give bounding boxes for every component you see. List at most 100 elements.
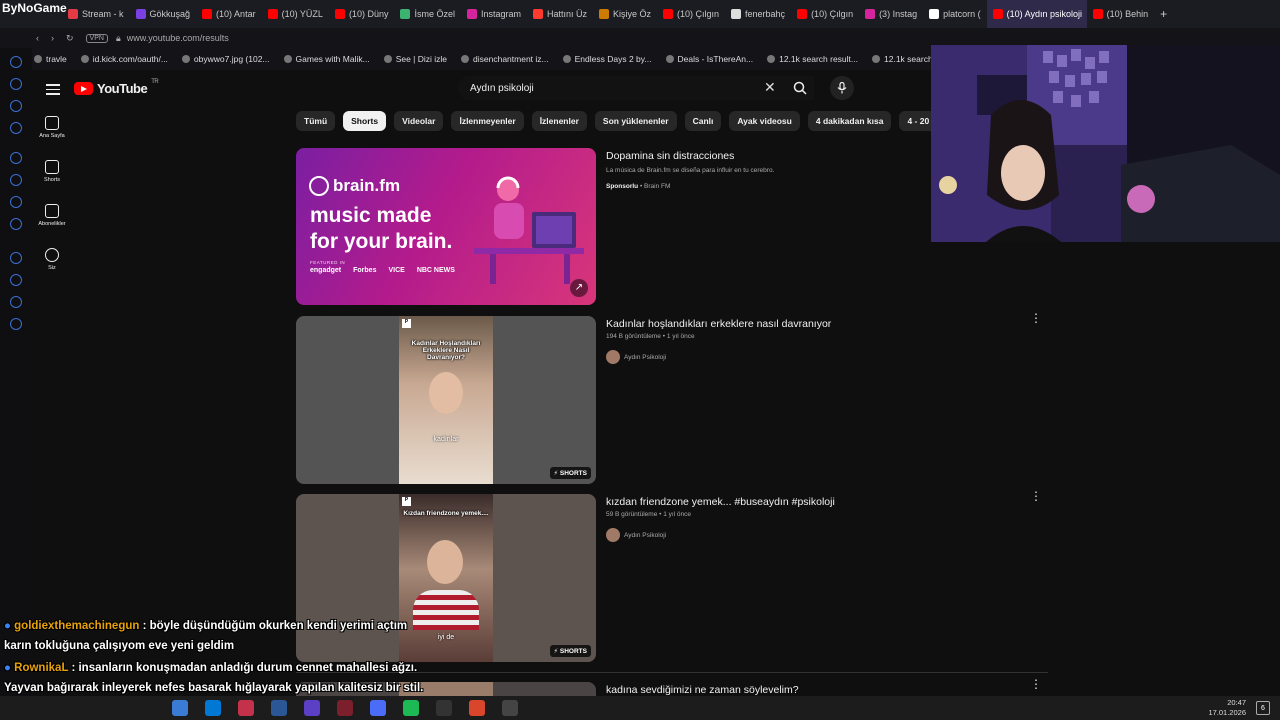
search-button[interactable]: [784, 76, 816, 100]
filter-chip[interactable]: Videolar: [394, 111, 444, 131]
clear-search-icon[interactable]: ✕: [764, 79, 776, 96]
browser-tab[interactable]: Gökkuşağ: [130, 0, 197, 28]
bookmark-item[interactable]: Deals - IsThereAn...: [665, 54, 753, 64]
taskbar-app-icon[interactable]: [502, 700, 518, 716]
result-channel[interactable]: Aydın Psikoloji: [606, 350, 666, 364]
taskbar-app-icon[interactable]: [238, 700, 254, 716]
bookmark-item[interactable]: id.kick.com/oauth/...: [80, 54, 168, 64]
sidebar-app-icon[interactable]: [10, 152, 22, 164]
rail-item-home[interactable]: Ana Sayfa: [32, 116, 72, 139]
filter-chip[interactable]: 4 dakikadan kısa: [807, 111, 892, 131]
result-title[interactable]: Kadınlar hoşlandıkları erkeklere nasıl d…: [606, 318, 831, 330]
sidebar-app-icon[interactable]: [10, 196, 22, 208]
bookmark-item[interactable]: obywwo7.jpg (102...: [181, 54, 270, 64]
sidebar-app-icon[interactable]: [10, 252, 22, 264]
taskbar-app-icon[interactable]: [205, 700, 221, 716]
bookmark-item[interactable]: See | Dizi izle: [383, 54, 447, 64]
sidebar-app-icon[interactable]: [10, 218, 22, 230]
bookmark-item[interactable]: 12.1k search result...: [767, 54, 858, 64]
shorts-badge-icon: ⚡︎: [553, 648, 559, 655]
notification-badge[interactable]: 6: [1256, 701, 1270, 715]
bookmark-label: Endless Days 2 by...: [574, 54, 652, 64]
rail-item-you[interactable]: Siz: [32, 248, 72, 271]
ad-thumbnail[interactable]: brain.fm music made for your brain. FEAT…: [296, 148, 596, 305]
filter-chip[interactable]: Ayak videosu: [729, 111, 800, 131]
bookmark-item[interactable]: Games with Malik...: [283, 54, 370, 64]
browser-tab[interactable]: Hattını Üz: [527, 0, 593, 28]
result-channel[interactable]: Aydın Psikoloji: [606, 528, 666, 542]
taskbar-app-icon[interactable]: [337, 700, 353, 716]
bookmark-item[interactable]: disenchantment iz...: [461, 54, 549, 64]
result-title[interactable]: kızdan friendzone yemek... #buseaydın #p…: [606, 496, 835, 508]
sidebar-app-icon[interactable]: [10, 174, 22, 186]
filter-chip[interactable]: Tümü: [296, 111, 336, 131]
vpn-badge[interactable]: VPN: [85, 33, 108, 43]
browser-tab[interactable]: (10) Behin: [1087, 0, 1155, 28]
filter-chip[interactable]: İzlenmeyenler: [451, 111, 524, 131]
taskbar-app-icon[interactable]: [304, 700, 320, 716]
filter-chip[interactable]: Shorts: [343, 111, 387, 131]
external-link-icon[interactable]: ↗: [570, 279, 588, 297]
bookmark-label: Games with Malik...: [295, 54, 370, 64]
browser-tab[interactable]: (10) Aydın psikoloji: [986, 0, 1087, 28]
sidebar-app-icon[interactable]: [10, 318, 22, 330]
bookmark-favicon-icon: [665, 55, 674, 63]
rail-item-shorts[interactable]: Shorts: [32, 160, 72, 183]
forward-icon[interactable]: ›: [51, 33, 54, 43]
reload-icon[interactable]: ↻: [66, 33, 74, 44]
browser-tab[interactable]: Stream - k: [62, 0, 130, 28]
browser-tab[interactable]: (10) Antar: [196, 0, 262, 28]
more-options-icon[interactable]: ⋮: [1030, 312, 1042, 324]
region-code: TR: [151, 79, 159, 85]
filter-chip[interactable]: Son yüklenenler: [594, 111, 677, 131]
browser-tab[interactable]: fenerbahç: [725, 0, 791, 28]
menu-icon[interactable]: [46, 84, 60, 95]
taskbar-app-icon[interactable]: [403, 700, 419, 716]
sidebar-app-icon[interactable]: [10, 56, 22, 68]
bookmark-favicon-icon: [181, 55, 190, 63]
browser-tab[interactable]: Instagram: [461, 0, 527, 28]
ad-title[interactable]: Dopamina sin distracciones: [606, 150, 734, 162]
search-input[interactable]: Aydın psikoloji: [458, 76, 814, 100]
browser-tab[interactable]: (10) YÜZL: [262, 0, 329, 28]
result-title[interactable]: kadına sevdiğimizi ne zaman söylevelim?: [606, 684, 799, 696]
short-thumbnail[interactable]: P Kadınlar Hoşlandıkları Erkeklere Nasıl…: [296, 316, 596, 484]
taskbar-app-icon[interactable]: [172, 700, 188, 716]
sidebar-app-icon[interactable]: [10, 274, 22, 286]
channel-name: Aydın Psikoloji: [624, 353, 667, 361]
browser-tab[interactable]: (10) Çılgın: [791, 0, 859, 28]
sidebar-app-icon[interactable]: [10, 122, 22, 134]
taskbar-app-icon[interactable]: [271, 700, 287, 716]
bookmark-item[interactable]: 12.1k search: [872, 54, 933, 64]
browser-tab[interactable]: (10) Çılgın: [657, 0, 725, 28]
bookmark-item[interactable]: travle: [34, 54, 67, 64]
browser-tab[interactable]: Kişiye Öz: [593, 0, 657, 28]
advertiser-name[interactable]: Brain FM: [644, 183, 670, 190]
taskbar-app-icon[interactable]: [370, 700, 386, 716]
tab-favicon-icon: [797, 9, 808, 19]
more-options-icon[interactable]: ⋮: [1030, 678, 1042, 690]
browser-tab[interactable]: İsme Özel: [394, 0, 461, 28]
youtube-logo[interactable]: YouTube TR: [74, 79, 159, 96]
bookmark-item[interactable]: Endless Days 2 by...: [562, 54, 652, 64]
browser-tab[interactable]: (3) Instag: [859, 0, 923, 28]
more-options-icon[interactable]: ⋮: [1030, 490, 1042, 502]
sidebar-app-icon[interactable]: [10, 296, 22, 308]
voice-search-button[interactable]: [830, 76, 854, 100]
taskbar-app-icon[interactable]: [469, 700, 485, 716]
browser-tab[interactable]: (10) Düny: [329, 0, 395, 28]
system-clock[interactable]: 20:47 17.01.2026: [1208, 698, 1246, 718]
url-field[interactable]: www.youtube.com/results: [127, 33, 229, 43]
sidebar-app-icon[interactable]: [10, 78, 22, 90]
filter-chip[interactable]: İzlenenler: [531, 111, 587, 131]
taskbar-app-icon[interactable]: [436, 700, 452, 716]
chat-text: : böyle düşündüğüm okurken kendi yerimi …: [139, 620, 408, 632]
filter-chip[interactable]: Canlı: [684, 111, 722, 131]
short-thumbnail[interactable]: P Kızdan friendzone yemek.... iyi de ⚡︎ …: [296, 494, 596, 662]
new-tab-icon[interactable]: +: [1160, 7, 1167, 21]
rail-item-subscriptions[interactable]: Abonelikler: [32, 204, 72, 227]
back-icon[interactable]: ‹: [36, 33, 39, 43]
browser-sidebar: [0, 48, 32, 700]
sidebar-app-icon[interactable]: [10, 100, 22, 112]
browser-tab[interactable]: platcorn (: [923, 0, 987, 28]
